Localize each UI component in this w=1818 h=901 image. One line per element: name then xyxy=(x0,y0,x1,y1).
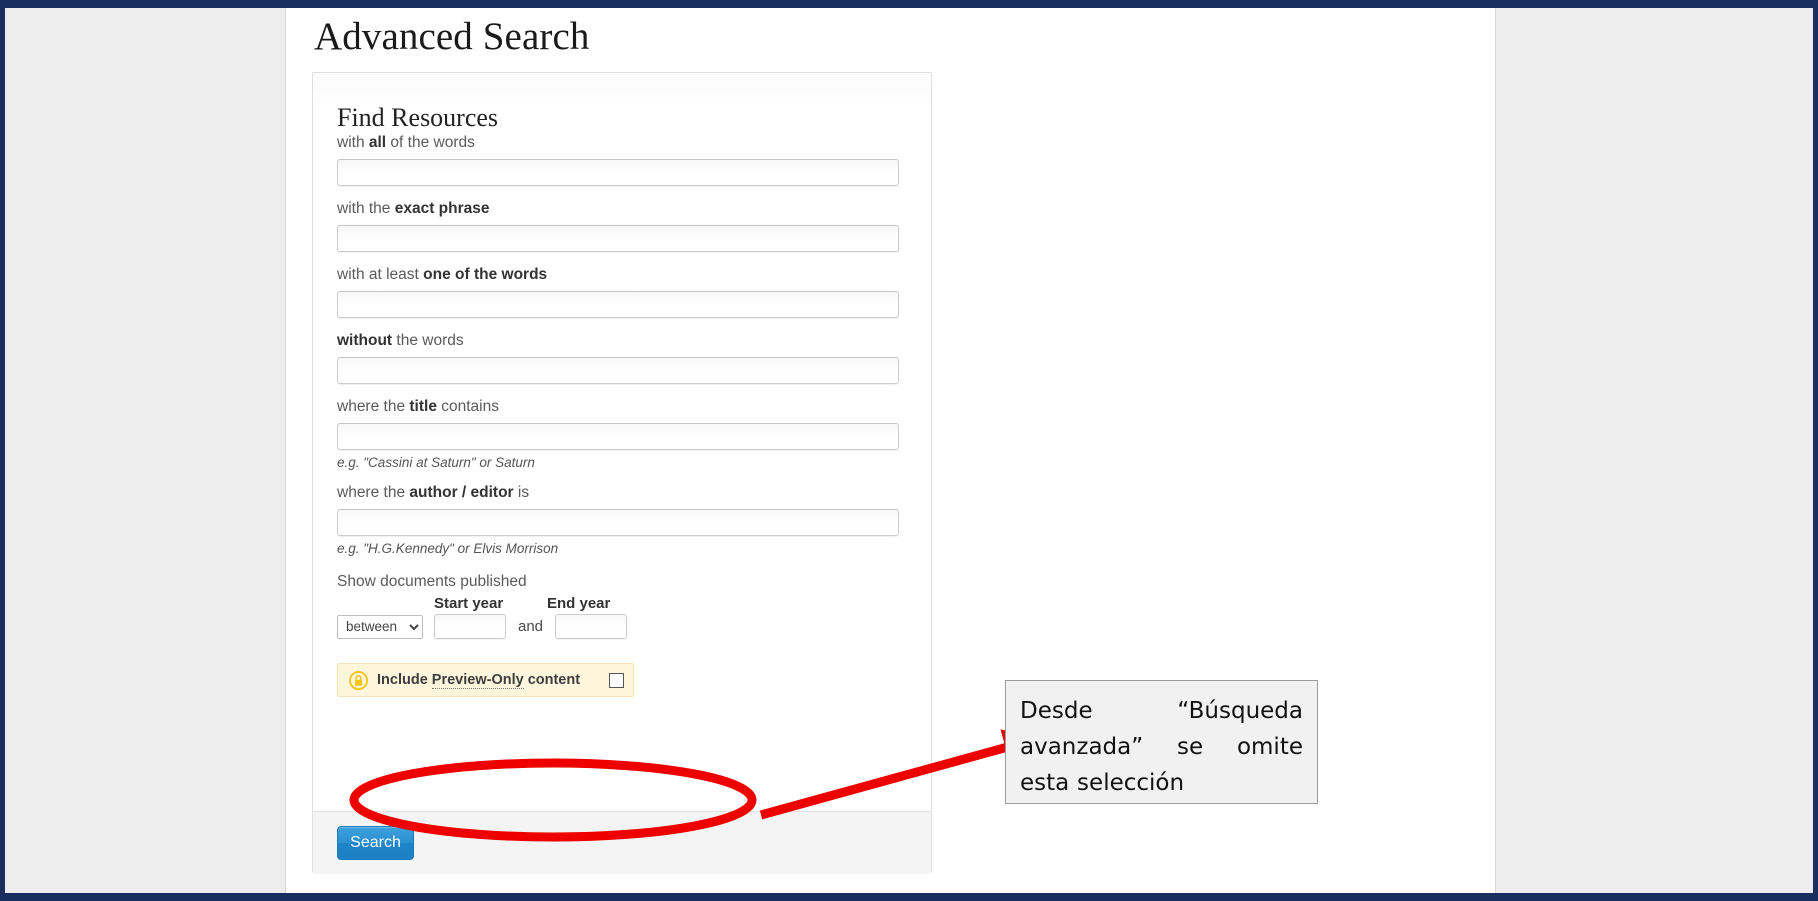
label-strong: exact phrase xyxy=(394,200,490,217)
label-strong: all xyxy=(368,134,387,151)
end-year-header: End year xyxy=(547,595,611,612)
start-year-header: Start year xyxy=(434,595,504,612)
label-strong: author / editor xyxy=(409,484,514,501)
label-suffix: contains xyxy=(436,398,499,415)
field-label: where the author / editor is xyxy=(337,483,931,503)
input-one-of-the-words[interactable] xyxy=(337,291,899,318)
label-prefix: where the xyxy=(337,398,410,415)
date-range-section: Show documents published Start year End … xyxy=(313,572,931,639)
preview-label-suffix: content xyxy=(523,672,581,688)
label-strong: one of the words xyxy=(423,266,548,283)
end-year-input[interactable] xyxy=(555,614,628,639)
label-suffix: of the words xyxy=(386,134,475,151)
panel-header-strip xyxy=(313,73,931,107)
include-preview-only-checkbox[interactable] xyxy=(609,672,624,688)
date-section-label: Show documents published xyxy=(337,573,527,590)
date-range-select[interactable]: between xyxy=(337,614,423,639)
field-label: without the words xyxy=(337,331,931,351)
label-strong: without xyxy=(337,332,393,349)
input-author-editor[interactable] xyxy=(337,509,899,536)
find-resources-panel: Find Resources with all of the words wit… xyxy=(312,72,932,874)
label-prefix: where the xyxy=(337,484,410,501)
field-label: with at least one of the words xyxy=(337,265,931,285)
label-prefix: with at least xyxy=(337,266,424,283)
field-author-editor: where the author / editor is e.g. "H.G.K… xyxy=(313,483,931,556)
annotation-callout-text: Desde “Búsqueda avanzada” se omite esta … xyxy=(1020,698,1303,796)
input-all-of-the-words[interactable] xyxy=(337,159,899,186)
input-exact-phrase[interactable] xyxy=(337,225,899,252)
include-preview-only-row[interactable]: Include Preview-Only content xyxy=(337,663,634,697)
search-button[interactable]: Search xyxy=(337,826,414,860)
field-without-the-words: without the words xyxy=(313,331,931,384)
search-form: with all of the words with the exact phr… xyxy=(313,133,931,697)
label-prefix: with the xyxy=(337,200,395,217)
slide-frame: Advanced Search Find Resources with all … xyxy=(0,0,1818,901)
year-column-headers: Start year End year xyxy=(337,595,931,612)
field-label: with the exact phrase xyxy=(337,199,931,219)
field-label: with all of the words xyxy=(337,133,931,153)
field-title-contains: where the title contains e.g. "Cassini a… xyxy=(313,397,931,470)
date-controls-row: between and xyxy=(337,614,931,639)
label-strong: title xyxy=(409,398,437,415)
start-year-input[interactable] xyxy=(434,614,506,639)
field-one-of-the-words: with at least one of the words xyxy=(313,265,931,318)
date-conjunction: and xyxy=(518,618,544,635)
include-preview-only-label: Include Preview-Only content xyxy=(377,672,581,689)
lock-icon xyxy=(349,670,368,690)
field-all-of-the-words: with all of the words xyxy=(313,133,931,186)
annotation-callout-box: Desde “Búsqueda avanzada” se omite esta … xyxy=(1005,680,1318,804)
field-label: where the title contains xyxy=(337,397,931,417)
field-hint-author: e.g. "H.G.Kennedy" or Elvis Morrison xyxy=(337,541,559,556)
input-without-the-words[interactable] xyxy=(337,357,899,384)
preview-label-prefix: Include xyxy=(377,672,432,688)
field-hint-title: e.g. "Cassini at Saturn" or Saturn xyxy=(337,455,535,470)
page-title: Advanced Search xyxy=(314,15,590,58)
preview-label-dotted: Preview-Only xyxy=(431,672,524,689)
label-suffix: is xyxy=(513,484,530,501)
panel-footer: Search xyxy=(313,811,931,874)
field-exact-phrase: with the exact phrase xyxy=(313,199,931,252)
input-title-contains[interactable] xyxy=(337,423,899,450)
label-prefix: with xyxy=(337,134,369,151)
panel-title: Find Resources xyxy=(337,103,499,132)
label-suffix: the words xyxy=(392,332,464,349)
